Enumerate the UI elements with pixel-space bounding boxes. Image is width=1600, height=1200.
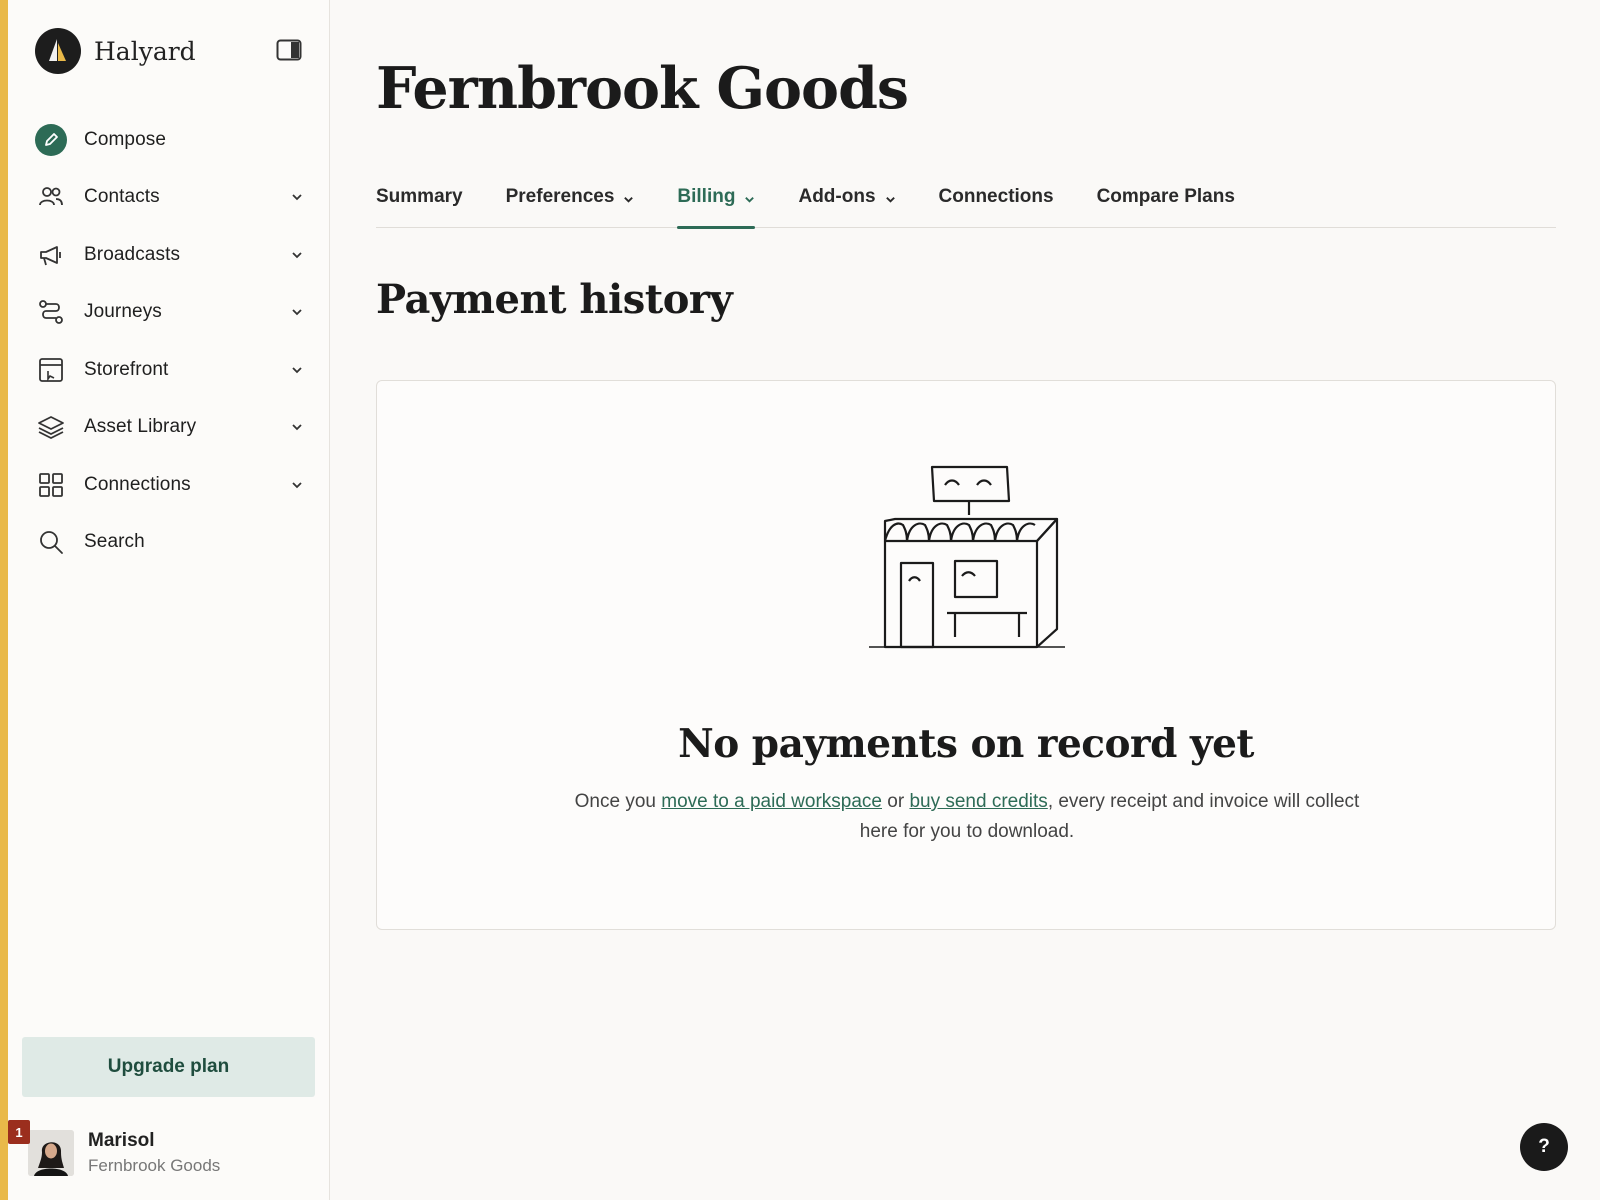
brand[interactable]: Halyard	[35, 28, 196, 74]
tab-preferences[interactable]: Preferences	[506, 182, 635, 228]
route-icon	[35, 296, 67, 328]
page-title: Fernbrook Goods	[376, 55, 909, 122]
tab-billing[interactable]: Billing	[677, 182, 756, 229]
accent-bar	[0, 0, 8, 1200]
pencil-icon	[35, 123, 67, 156]
empty-state-title: No payments on record yet	[678, 721, 1254, 767]
grid-icon	[35, 469, 67, 501]
avatar	[28, 1130, 74, 1176]
payment-history-card: No payments on record yet Once you move …	[376, 380, 1556, 930]
chevron-down-icon	[292, 194, 302, 201]
user-org: Fernbrook Goods	[88, 1156, 221, 1175]
sidebar-item-label: Compose	[84, 128, 167, 150]
sidebar-item-search[interactable]: Search	[35, 514, 315, 572]
sidebar-item-label: Contacts	[84, 186, 160, 208]
chevron-down-icon	[292, 252, 302, 259]
chevron-down-icon	[292, 309, 302, 316]
users-icon	[35, 181, 67, 213]
chevron-down-icon	[292, 424, 302, 431]
panel-toggle-icon[interactable]	[276, 39, 302, 63]
layers-icon	[35, 411, 67, 443]
tab-label: Add-ons	[798, 186, 876, 207]
notification-badge[interactable]: 1	[8, 1120, 30, 1144]
tab-label: Billing	[677, 186, 736, 207]
sidebar-item-broadcasts[interactable]: Broadcasts	[35, 226, 315, 284]
empty-text-before: Once you	[574, 791, 662, 812]
sidebar-item-label: Journeys	[84, 301, 162, 323]
sidebar-item-connections[interactable]: Connections	[35, 456, 315, 514]
chevron-down-icon	[624, 197, 634, 203]
user-name: Marisol	[88, 1130, 155, 1151]
main-content: Fernbrook Goods Summary Preferences Bill…	[331, 0, 1600, 1200]
tab-label: Preferences	[505, 186, 615, 207]
section-title: Payment history	[376, 276, 733, 323]
empty-text-mid: or	[882, 791, 910, 812]
chevron-down-icon	[745, 197, 755, 203]
tab-connections[interactable]: Connections	[939, 182, 1054, 228]
empty-state-description: Once you move to a paid workspace or buy…	[567, 787, 1367, 847]
user-profile[interactable]: Marisol Fernbrook Goods	[28, 1130, 220, 1176]
sidebar-item-label: Broadcasts	[84, 243, 181, 265]
sidebar-item-compose[interactable]: Compose	[35, 111, 315, 169]
chevron-down-icon	[292, 367, 302, 374]
sidebar-item-label: Search	[84, 531, 145, 553]
megaphone-icon	[35, 239, 67, 271]
sidebar-item-label: Storefront	[84, 358, 169, 380]
tab-bar: Summary Preferences Billing Add-ons Conn…	[376, 182, 1556, 229]
storefront-illustration-icon	[867, 463, 1067, 658]
sidebar-nav: Compose Contacts Broadcasts Journeys Sto…	[35, 111, 315, 571]
tab-compare-plans[interactable]: Compare Plans	[1097, 182, 1235, 228]
chevron-down-icon	[292, 482, 302, 489]
search-icon	[35, 526, 67, 558]
sidebar-item-contacts[interactable]: Contacts	[35, 169, 315, 227]
storefront-icon	[35, 354, 67, 386]
tab-label: Compare Plans	[1096, 186, 1235, 207]
sidebar-item-label: Asset Library	[84, 416, 197, 438]
help-button[interactable]: ?	[1520, 1123, 1568, 1171]
tab-label: Connections	[938, 186, 1054, 207]
chevron-down-icon	[885, 197, 895, 203]
paid-workspace-link[interactable]: move to a paid workspace	[661, 791, 882, 812]
buy-credits-link[interactable]: buy send credits	[909, 791, 1047, 812]
sidebar-item-asset-library[interactable]: Asset Library	[35, 399, 315, 457]
tab-label: Summary	[376, 186, 463, 207]
sidebar-item-journeys[interactable]: Journeys	[35, 284, 315, 342]
sidebar-item-label: Connections	[84, 473, 191, 495]
upgrade-plan-button[interactable]: Upgrade plan	[22, 1037, 315, 1097]
tab-summary[interactable]: Summary	[376, 182, 463, 228]
sidebar: Halyard Compose Contacts Broadcasts Jour…	[8, 0, 330, 1200]
sail-logo-icon	[35, 28, 81, 74]
brand-name: Halyard	[94, 36, 196, 66]
sidebar-item-storefront[interactable]: Storefront	[35, 341, 315, 399]
tab-add-ons[interactable]: Add-ons	[798, 182, 895, 228]
